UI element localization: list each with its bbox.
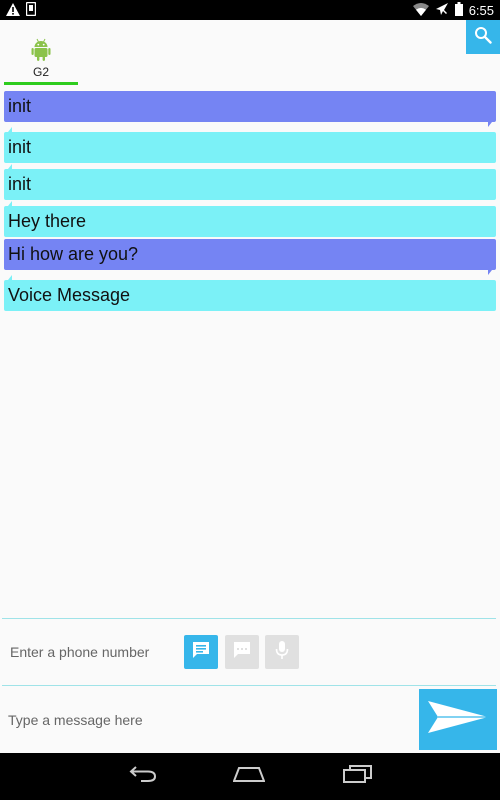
bubble-tail — [8, 127, 12, 132]
bubble-tail — [8, 275, 12, 280]
android-icon — [31, 38, 51, 67]
wifi-icon — [412, 2, 429, 19]
microphone-icon — [275, 640, 289, 665]
message-text: Voice Message — [8, 285, 131, 305]
recents-button[interactable] — [339, 763, 375, 789]
message-bubble-received[interactable]: Voice Message — [4, 275, 496, 311]
message-bubble-received[interactable]: init — [4, 127, 496, 163]
battery-icon — [454, 2, 463, 19]
message-bubble-sent[interactable]: init — [4, 91, 496, 127]
message-icon — [233, 641, 251, 664]
search-icon — [474, 26, 492, 49]
message-bubble-received[interactable]: Hey there — [4, 201, 496, 237]
home-icon — [232, 766, 266, 787]
message-bubble-sent[interactable]: Hi how are you? — [4, 239, 496, 275]
messaging-screen: 6:55 G2 init init init Hey there Hi how … — [0, 0, 500, 800]
chat-bubble-icon — [192, 641, 210, 664]
message-text: Hi how are you? — [8, 244, 139, 264]
tab-indicator — [4, 82, 78, 85]
status-bar: 6:55 — [0, 0, 500, 20]
contact-name: G2 — [32, 65, 49, 79]
message-input[interactable] — [8, 708, 408, 732]
navigation-bar — [0, 753, 500, 800]
home-button[interactable] — [231, 763, 267, 789]
bubble-tail — [8, 201, 12, 206]
bubble-tail — [488, 270, 492, 275]
send-arrow-icon — [427, 700, 489, 739]
bubble-tail — [8, 164, 12, 169]
contact-tab-g2[interactable]: G2 — [4, 36, 78, 88]
search-button[interactable] — [466, 20, 500, 54]
message-text: init — [8, 137, 32, 157]
phone-storage-icon — [25, 1, 37, 21]
bubble-tail — [488, 122, 492, 127]
status-time: 6:55 — [468, 2, 494, 18]
message-text: Hey there — [8, 211, 87, 231]
message-text: init — [8, 96, 32, 116]
phone-number-input[interactable] — [10, 640, 170, 664]
message-text: init — [8, 174, 32, 194]
recents-icon — [342, 764, 372, 788]
message-mode-button[interactable] — [225, 635, 259, 669]
sms-mode-button[interactable] — [184, 635, 218, 669]
voice-mode-button[interactable] — [265, 635, 299, 669]
back-button[interactable] — [125, 763, 161, 789]
divider — [2, 685, 496, 686]
message-bubble-received[interactable]: init — [4, 164, 496, 200]
divider — [2, 618, 496, 619]
back-icon — [128, 765, 158, 788]
warning-icon — [6, 2, 20, 21]
send-button[interactable] — [419, 689, 497, 750]
airplane-icon — [435, 2, 449, 19]
